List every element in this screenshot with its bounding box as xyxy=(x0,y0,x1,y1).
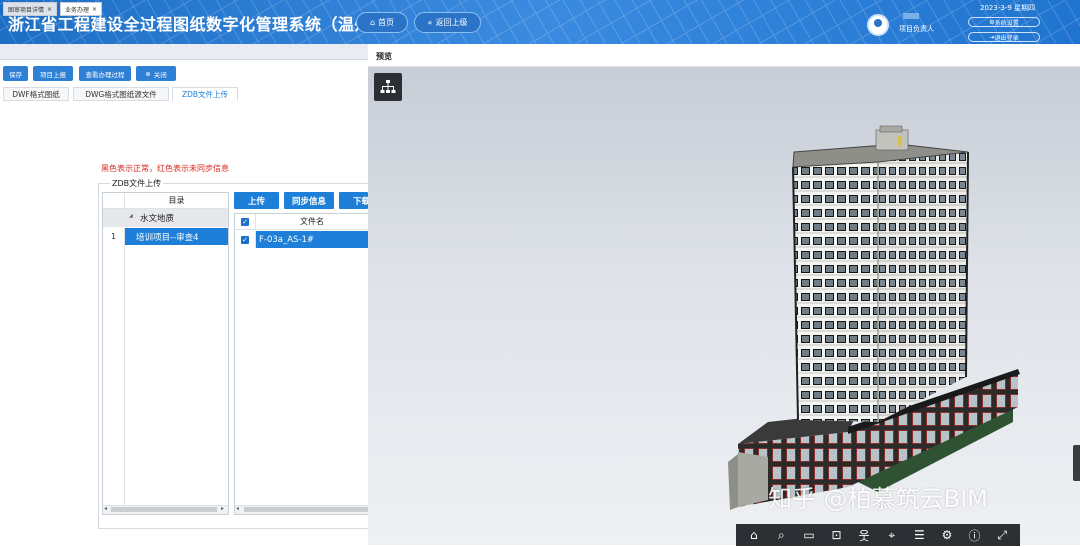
tab-dwf[interactable]: DWF格式图纸 xyxy=(3,87,69,101)
file-check-cell: ✓ xyxy=(235,231,256,248)
dir-column-divider xyxy=(124,245,125,505)
preview-title: 预览 xyxy=(376,52,392,61)
date-text: 2023-3-9 星期四 xyxy=(980,4,1035,12)
select-all-cell: ✓ xyxy=(235,214,256,230)
file-scrollbar-thumb[interactable] xyxy=(244,507,368,512)
gear-icon[interactable]: ⚙ xyxy=(935,524,958,547)
user-role: 项目负责人 xyxy=(899,25,934,33)
dir-index-header xyxy=(103,193,125,209)
home-icon[interactable]: ⌂ xyxy=(742,524,765,547)
user-name-blurred xyxy=(903,13,919,19)
select-all-checkbox[interactable]: ✓ xyxy=(241,217,249,226)
app-header: 浙江省工程建设全过程图纸数字化管理系统（温州） ⌂ 首页 «返回上级 项目负责人 … xyxy=(0,0,1080,44)
upload-button[interactable]: 上传 xyxy=(234,192,279,209)
dir-row-name: 培训项目--审查4 xyxy=(136,233,199,243)
caret-down-icon[interactable]: ◢ xyxy=(129,213,133,219)
dir-group-name: 水文地质 xyxy=(140,214,175,224)
history-button[interactable]: 查看办理过程 xyxy=(79,66,131,81)
file-panel xyxy=(234,213,368,515)
logout-button[interactable]: ⇥ 退出登录 xyxy=(968,32,1040,42)
scroll-left-icon[interactable]: ◂ xyxy=(104,505,107,512)
report-button[interactable]: 项目上报 xyxy=(33,66,73,81)
file-name: F-03a_AS-1# xyxy=(259,235,315,245)
settings-button[interactable]: ⚙ 系统设置 xyxy=(968,17,1040,27)
scroll-right-icon[interactable]: ▸ xyxy=(221,505,224,512)
tab-bar xyxy=(0,44,368,60)
back-button[interactable]: «返回上级 xyxy=(414,12,481,33)
measure-icon[interactable]: ▭ xyxy=(797,524,820,547)
watermark: 知乎 @柏慕筑云BIM xyxy=(768,485,988,513)
home-button[interactable]: ⌂ 首页 xyxy=(356,12,408,33)
avatar[interactable] xyxy=(867,14,889,36)
preview-header: 预览 xyxy=(368,44,1080,67)
info-icon[interactable]: ⓘ xyxy=(963,524,986,547)
double-chevron-left-icon: « xyxy=(427,18,433,27)
tab-business[interactable]: 业务办理 × xyxy=(60,2,103,16)
file-header: 文件名 xyxy=(256,214,368,230)
upload-legend: ZDB文件上传 xyxy=(110,178,164,189)
tree-structure-icon xyxy=(380,80,396,93)
location-pin-icon[interactable]: ⌖ xyxy=(880,524,903,547)
close-icon[interactable]: × xyxy=(92,6,97,13)
scroll-left-icon[interactable]: ◂ xyxy=(236,505,239,512)
model-tree-button[interactable] xyxy=(374,73,402,101)
close-circle-icon: ⊗ xyxy=(145,69,151,78)
save-button[interactable]: 保存 xyxy=(3,66,28,81)
close-icon[interactable]: × xyxy=(47,6,52,13)
viewer-toolbar: ⌂ ⌕ ▭ ⊡ 웃 ⌖ ☰ ⚙ ⓘ ⤢ xyxy=(736,524,1020,546)
file-checkbox[interactable]: ✓ xyxy=(241,235,249,244)
tab-zdb[interactable]: ZDB文件上传 xyxy=(172,87,238,101)
bim-viewer[interactable]: 知乎 @柏慕筑云BIM ▲ ⌂ ⌕ ▭ ⊡ 웃 ⌖ ☰ ⚙ ⓘ ⤢ xyxy=(368,67,1080,546)
zoom-window-icon[interactable]: ⌕ xyxy=(770,524,793,547)
fullscreen-icon[interactable]: ⤢ xyxy=(991,524,1014,547)
tab-dwg[interactable]: DWG格式图纸源文件 xyxy=(73,87,169,101)
sync-button[interactable]: 同步信息 xyxy=(284,192,334,209)
dir-scrollbar-thumb[interactable] xyxy=(111,507,217,512)
section-icon[interactable]: ⊡ xyxy=(825,524,848,547)
dir-header: 目录 xyxy=(125,193,228,209)
close-button[interactable]: ⊗ 关闭 xyxy=(136,66,176,81)
tab-project-details[interactable]: 图审项目详情 × xyxy=(3,2,58,16)
download-button[interactable]: 下载 xyxy=(339,192,368,209)
walk-person-icon[interactable]: 웃 xyxy=(853,524,876,547)
dir-row-index: 1 xyxy=(103,228,125,245)
home-icon: ⌂ xyxy=(369,18,376,27)
properties-list-icon[interactable]: ☰ xyxy=(908,524,931,547)
side-handle[interactable] xyxy=(1073,445,1080,481)
sync-note: 黑色表示正常，红色表示未同步信息 xyxy=(101,164,229,173)
